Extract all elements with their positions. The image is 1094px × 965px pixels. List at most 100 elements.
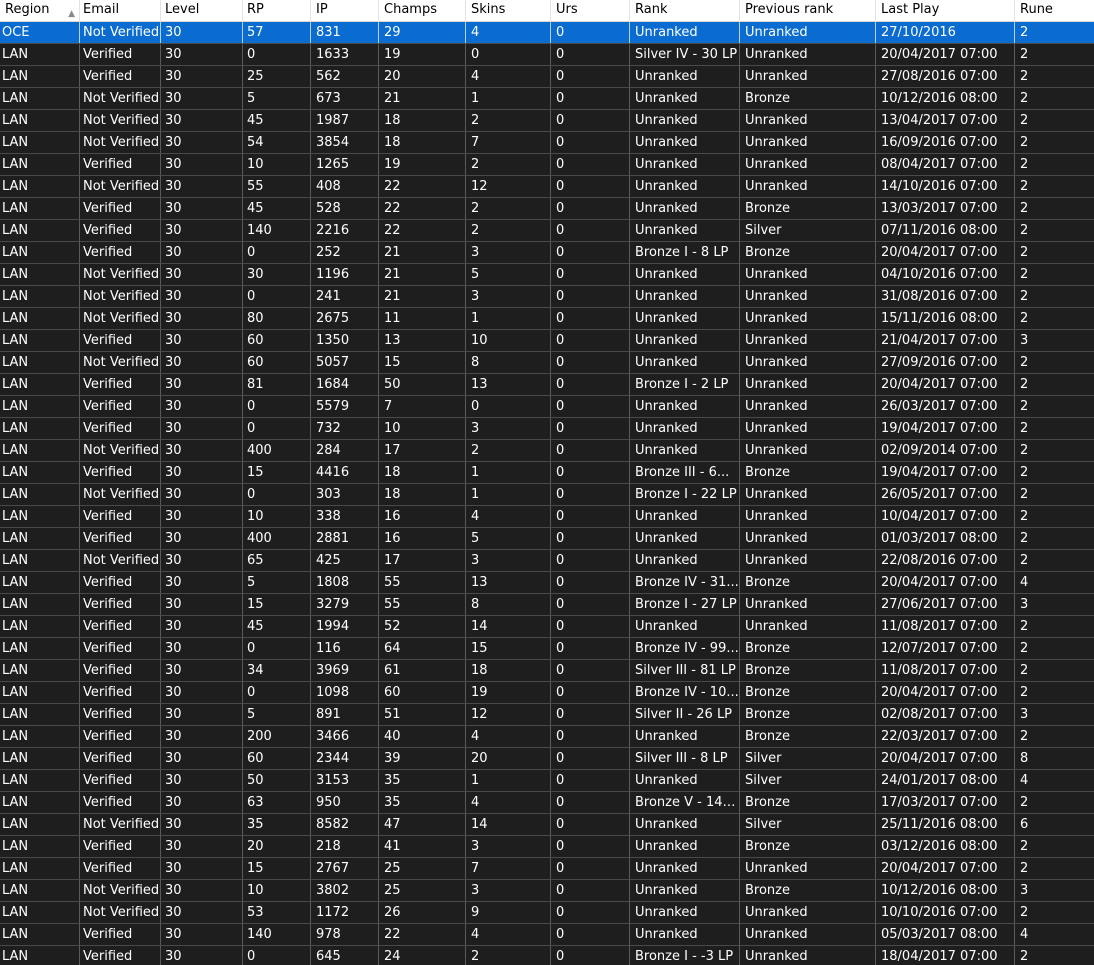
cell-last-play: 10/04/2017 07:00	[876, 506, 1015, 527]
table-row[interactable]: LAN Verified 30 20 218 41 3 0 Unranked Bronze 03/1…	[0, 836, 1094, 858]
cell-ip: 5057	[311, 352, 379, 373]
table-row[interactable]: LAN Not Verified 30 45 1987 18 2 0 Unranked Unran…	[0, 110, 1094, 132]
cell-skins: 3	[466, 286, 551, 307]
cell-previous-rank: Unranked	[740, 264, 876, 285]
table-row[interactable]: LAN Not Verified 30 55 408 22 12 0 Unranked Unran…	[0, 176, 1094, 198]
table-row[interactable]: LAN Verified 30 25 562 20 4 0 Unranked Unranked 27…	[0, 66, 1094, 88]
column-header-ip[interactable]: IP	[311, 0, 379, 21]
table-row[interactable]: LAN Verified 30 0 252 21 3 0 Bronze I - 8 LP Bron…	[0, 242, 1094, 264]
cell-urs: 0	[551, 902, 630, 923]
table-row[interactable]: LAN Verified 30 400 2881 16 5 0 Unranked Unranked…	[0, 528, 1094, 550]
cell-region: LAN	[0, 396, 80, 417]
sort-ascending-icon: ▲	[68, 9, 75, 19]
table-row[interactable]: LAN Not Verified 30 80 2675 11 1 0 Unranked Unran…	[0, 308, 1094, 330]
cell-skins: 13	[466, 374, 551, 395]
column-header-last-play[interactable]: Last Play	[876, 0, 1015, 21]
cell-region: LAN	[0, 726, 80, 747]
cell-rank: Unranked	[630, 418, 740, 439]
table-row[interactable]: LAN Verified 30 5 891 51 12 0 Silver II - 26 LP B…	[0, 704, 1094, 726]
cell-rank: Unranked	[630, 506, 740, 527]
cell-champs: 19	[379, 44, 466, 65]
cell-previous-rank: Bronze	[740, 638, 876, 659]
table-row[interactable]: LAN Not Verified 30 0 241 21 3 0 Unranked Unranke…	[0, 286, 1094, 308]
table-row[interactable]: LAN Not Verified 30 54 3854 18 7 0 Unranked Unran…	[0, 132, 1094, 154]
cell-level: 30	[161, 110, 243, 131]
column-header-rune[interactable]: Rune	[1015, 0, 1094, 21]
cell-ip: 673	[311, 88, 379, 109]
cell-skins: 0	[466, 396, 551, 417]
cell-level: 30	[161, 748, 243, 769]
cell-rune: 2	[1020, 949, 1029, 964]
table-row[interactable]: LAN Verified 30 15 3279 55 8 0 Bronze I - 27 LP U…	[0, 594, 1094, 616]
column-header-region[interactable]: Region ▲	[0, 0, 80, 21]
cell-rp: 0	[243, 396, 311, 417]
table-row[interactable]: LAN Verified 30 45 1994 52 14 0 Unranked Unranked…	[0, 616, 1094, 638]
table-row[interactable]: LAN Verified 30 0 645 24 2 0 Bronze I - -3 LP Unr…	[0, 946, 1094, 965]
column-header-rank[interactable]: Rank	[630, 0, 740, 21]
column-header-urs[interactable]: Urs	[551, 0, 630, 21]
cell-skins: 20	[466, 748, 551, 769]
table-row[interactable]: LAN Verified 30 10 338 16 4 0 Unranked Unranked 10…	[0, 506, 1094, 528]
table-row[interactable]: LAN Verified 30 63 950 35 4 0 Bronze V - 14 ... B…	[0, 792, 1094, 814]
table-row[interactable]: LAN Verified 30 81 1684 50 13 0 Bronze I - 2 LP U…	[0, 374, 1094, 396]
table-row[interactable]: LAN Verified 30 140 978 22 4 0 Unranked Unranked 0…	[0, 924, 1094, 946]
table-row[interactable]: LAN Not Verified 30 10 3802 25 3 0 Unranked Bronz…	[0, 880, 1094, 902]
table-row[interactable]: LAN Verified 30 10 1265 19 2 0 Unranked Unranked 0…	[0, 154, 1094, 176]
table-row-selected[interactable]: OCE Not Verified 30 57 831 29 4 0 Unranked Unrank…	[0, 22, 1094, 44]
table-row[interactable]: LAN Verified 30 0 732 10 3 0 Unranked Unranked 19/…	[0, 418, 1094, 440]
cell-rune: 2	[1020, 443, 1029, 458]
table-row[interactable]: LAN Not Verified 30 65 425 17 3 0 Unranked Unrank…	[0, 550, 1094, 572]
table-row[interactable]: LAN Not Verified 30 60 5057 15 8 0 Unranked Unran…	[0, 352, 1094, 374]
table-row[interactable]: LAN Verified 30 60 1350 13 10 0 Unranked Unranked…	[0, 330, 1094, 352]
table-row[interactable]: LAN Verified 30 5 1808 55 13 0 Bronze IV - 31...…	[0, 572, 1094, 594]
table-row[interactable]: LAN Verified 30 0 5579 7 0 0 Unranked Unranked 26/…	[0, 396, 1094, 418]
cell-last-play: 17/03/2017 07:00	[876, 792, 1015, 813]
column-header-rp[interactable]: RP	[243, 0, 311, 21]
column-header-previous-rank[interactable]: Previous rank	[740, 0, 876, 21]
cell-urs: 0	[551, 176, 630, 197]
table-row[interactable]: LAN Not Verified 30 5 673 21 1 0 Unranked Bronze 1…	[0, 88, 1094, 110]
cell-level: 30	[161, 660, 243, 681]
table-row[interactable]: LAN Verified 30 34 3969 61 18 0 Silver III - 81 …	[0, 660, 1094, 682]
cell-urs: 0	[551, 946, 630, 965]
cell-previous-rank: Unranked	[740, 22, 876, 43]
cell-ip: 4416	[311, 462, 379, 483]
table-row[interactable]: LAN Verified 30 50 3153 35 1 0 Unranked Silver 24/…	[0, 770, 1094, 792]
table-row[interactable]: LAN Verified 30 200 3466 40 4 0 Unranked Bronze 22…	[0, 726, 1094, 748]
cell-champs: 47	[379, 814, 466, 835]
table-row[interactable]: LAN Verified 30 0 1633 19 0 0 Silver IV - 30 LP U…	[0, 44, 1094, 66]
cell-champs: 18	[379, 110, 466, 131]
cell-champs: 50	[379, 374, 466, 395]
table-row[interactable]: LAN Not Verified 30 0 303 18 1 0 Bronze I - 22 L…	[0, 484, 1094, 506]
cell-ip: 218	[311, 836, 379, 857]
table-row[interactable]: LAN Verified 30 45 528 22 2 0 Unranked Bronze 13/0…	[0, 198, 1094, 220]
cell-region: LAN	[0, 462, 80, 483]
table-row[interactable]: LAN Verified 30 140 2216 22 2 0 Unranked Silver 07…	[0, 220, 1094, 242]
table-row[interactable]: LAN Verified 30 0 1098 60 19 0 Bronze IV - 10...…	[0, 682, 1094, 704]
table-row[interactable]: LAN Verified 30 15 4416 18 1 0 Bronze III - 6...…	[0, 462, 1094, 484]
table-row[interactable]: LAN Verified 30 0 116 64 15 0 Bronze IV - 99... B…	[0, 638, 1094, 660]
cell-champs: 40	[379, 726, 466, 747]
table-row[interactable]: LAN Verified 30 15 2767 25 7 0 Unranked Unranked 2…	[0, 858, 1094, 880]
column-header-skins[interactable]: Skins	[466, 0, 551, 21]
cell-email: Verified	[80, 594, 161, 615]
table-row[interactable]: LAN Not Verified 30 30 1196 21 5 0 Unranked Unran…	[0, 264, 1094, 286]
table-row[interactable]: LAN Not Verified 30 400 284 17 2 0 Unranked Unran…	[0, 440, 1094, 462]
cell-rune: 2	[1020, 91, 1029, 106]
column-header-email[interactable]: Email	[80, 0, 161, 21]
cell-previous-rank: Bronze	[740, 880, 876, 901]
column-header-level[interactable]: Level	[161, 0, 243, 21]
column-header-champs[interactable]: Champs	[379, 0, 466, 21]
table-row[interactable]: LAN Verified 30 60 2344 39 20 0 Silver III - 8 L…	[0, 748, 1094, 770]
column-header-label: Previous rank	[745, 2, 834, 17]
cell-last-play: 20/04/2017 07:00	[876, 44, 1015, 65]
table-row[interactable]: LAN Not Verified 30 35 8582 47 14 0 Unranked Silv…	[0, 814, 1094, 836]
cell-urs: 0	[551, 836, 630, 857]
cell-rank: Silver III - 8 LP	[630, 748, 740, 769]
table-row[interactable]: LAN Not Verified 30 53 1172 26 9 0 Unranked Unran…	[0, 902, 1094, 924]
cell-region: LAN	[0, 484, 80, 505]
cell-email: Not Verified	[80, 132, 161, 153]
accounts-table: Region ▲ Email Level RP IP Champs Skins Urs Rank P…	[0, 0, 1094, 965]
cell-champs: 20	[379, 66, 466, 87]
cell-ip: 732	[311, 418, 379, 439]
